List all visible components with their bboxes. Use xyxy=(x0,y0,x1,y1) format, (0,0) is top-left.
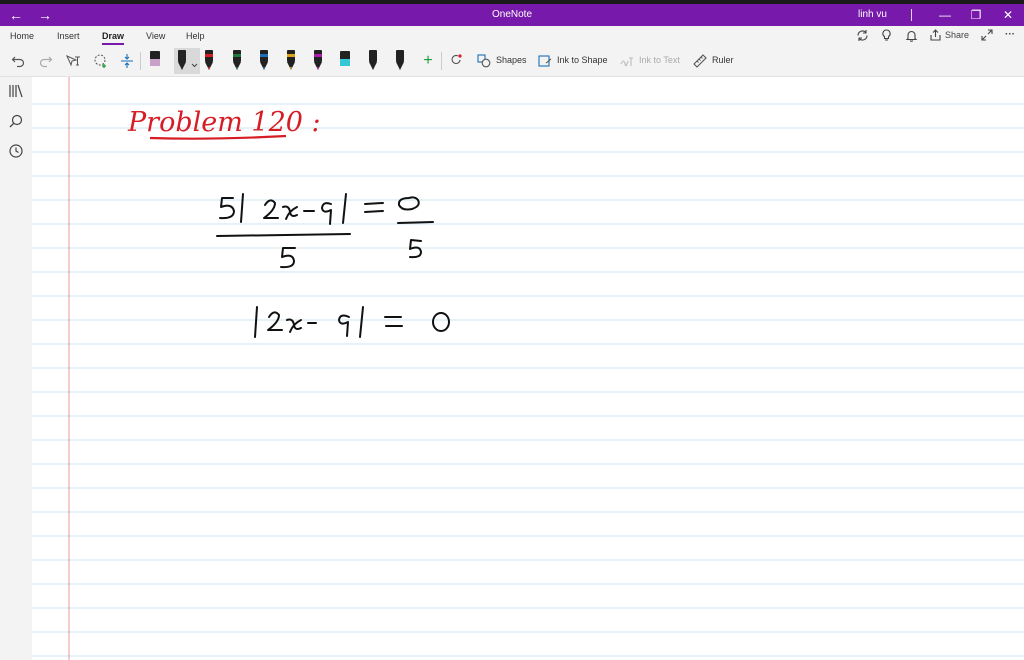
ink-to-shape-label[interactable]: Ink to Shape xyxy=(557,55,608,65)
share-label: Share xyxy=(945,30,970,40)
undo-icon[interactable] xyxy=(8,50,28,72)
note-page[interactable]: Problem 120 : xyxy=(32,77,1024,660)
pen-5[interactable] xyxy=(256,48,272,74)
pen-7[interactable] xyxy=(310,48,326,74)
add-space-icon[interactable] xyxy=(117,50,137,72)
ribbon-tabs: Home Insert Draw View Help Share ··· xyxy=(0,26,1024,46)
pen-9[interactable] xyxy=(365,48,381,74)
title-bar: ← → OneNote linh vu — ❐ ✕ xyxy=(0,4,1024,26)
pen-icon xyxy=(340,51,351,66)
lightbulb-icon[interactable] xyxy=(880,29,893,45)
toolbar-divider xyxy=(140,52,141,70)
tab-insert[interactable]: Insert xyxy=(57,31,80,41)
recent-icon[interactable] xyxy=(8,143,24,159)
pen-6[interactable] xyxy=(283,48,299,74)
pen-icon xyxy=(368,50,377,70)
highlighter-8[interactable] xyxy=(337,48,353,74)
share-button[interactable]: Share xyxy=(930,29,969,41)
toolbar-divider xyxy=(441,52,442,70)
ink-replay-icon[interactable] xyxy=(447,50,465,72)
note-canvas: Problem 120 : xyxy=(32,77,1024,660)
ink-to-text-label[interactable]: Ink to Text xyxy=(639,55,680,65)
shapes-label[interactable]: Shapes xyxy=(496,55,527,65)
search-icon[interactable] xyxy=(8,113,24,129)
highlighter-1[interactable] xyxy=(147,48,163,74)
close-button[interactable]: ✕ xyxy=(998,4,1018,26)
tab-draw[interactable]: Draw xyxy=(102,31,125,45)
type-select-icon[interactable] xyxy=(62,50,84,72)
tab-home[interactable]: Home xyxy=(10,31,34,41)
note-title[interactable]: Problem 120 : xyxy=(127,107,321,140)
pen-icon xyxy=(150,51,160,66)
ruler-icon[interactable] xyxy=(692,50,708,72)
ink-to-shape-icon[interactable] xyxy=(537,50,553,72)
user-name[interactable]: linh vu xyxy=(858,4,887,26)
ruled-lines xyxy=(32,103,1024,657)
expand-icon[interactable] xyxy=(981,29,993,44)
pen-icon xyxy=(178,50,198,70)
sync-icon[interactable] xyxy=(856,29,869,45)
equation-line-2[interactable] xyxy=(254,306,450,338)
equation-line-1[interactable] xyxy=(216,193,434,269)
navigation-sidebar xyxy=(0,77,32,660)
lasso-select-icon[interactable] xyxy=(90,50,112,72)
minimize-button[interactable]: — xyxy=(935,4,955,26)
pen-icon xyxy=(287,50,295,70)
pen-icon xyxy=(205,50,214,70)
pen-2[interactable] xyxy=(174,48,201,74)
notebooks-icon[interactable] xyxy=(8,83,24,99)
redo-icon[interactable] xyxy=(36,50,56,72)
tab-view[interactable]: View xyxy=(146,31,165,41)
pen-3[interactable] xyxy=(201,48,217,74)
pen-icon xyxy=(314,50,323,70)
pen-10[interactable] xyxy=(392,48,408,74)
restore-button[interactable]: ❐ xyxy=(966,4,986,26)
pen-icon xyxy=(259,50,268,70)
pen-icon xyxy=(395,50,404,70)
ink-to-text-icon[interactable] xyxy=(619,50,635,72)
more-options-button[interactable]: ··· xyxy=(1005,29,1015,40)
pen-4[interactable] xyxy=(229,48,245,74)
bell-icon[interactable] xyxy=(905,29,918,45)
draw-toolbar: + Shapes Ink to Shape Ink to Text Ruler xyxy=(0,46,1024,77)
share-icon xyxy=(930,29,941,41)
note-title-ink: Problem 120 : xyxy=(127,107,321,138)
tab-help[interactable]: Help xyxy=(186,31,205,41)
shapes-icon[interactable] xyxy=(476,50,492,72)
add-pen-button[interactable]: + xyxy=(419,50,437,72)
ruler-label[interactable]: Ruler xyxy=(712,55,734,65)
pen-icon xyxy=(232,50,241,70)
title-separator xyxy=(911,9,912,21)
